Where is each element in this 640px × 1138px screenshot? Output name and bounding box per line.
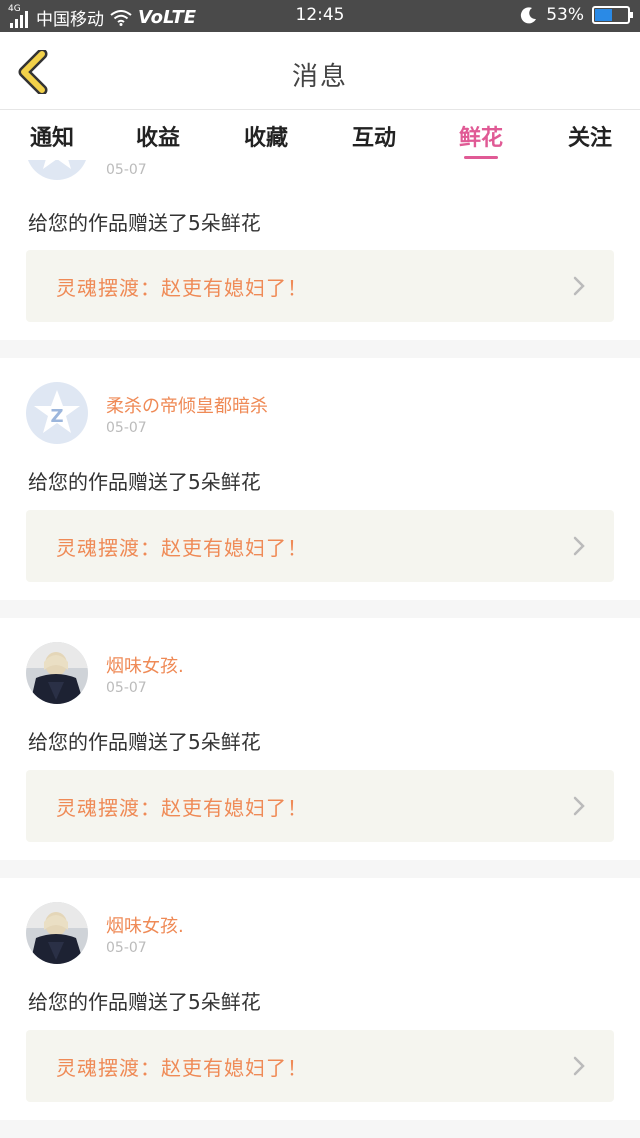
tab-favorites[interactable]: 收藏 — [226, 120, 306, 152]
battery-fill — [595, 9, 612, 21]
work-link[interactable]: 灵魂摆渡：赵吏有媳妇了！ — [26, 250, 614, 322]
active-tab-indicator — [464, 156, 498, 159]
chevron-right-icon — [573, 1056, 585, 1076]
feed-card: Z 柔杀の帝倾皇都暗杀 05-07 给您的作品赠送了5朵鲜花 灵魂摆渡：赵吏有媳… — [0, 358, 640, 600]
gift-message: 给您的作品赠送了5朵鲜花 — [28, 211, 261, 235]
message-date: 05-07 — [106, 162, 147, 178]
work-title: 灵魂摆渡：赵吏有媳妇了！ — [56, 796, 308, 820]
work-link[interactable]: 灵魂摆渡：赵吏有媳妇了！ — [26, 510, 614, 582]
nav-header: 消息 — [0, 32, 640, 110]
feed-card: 05-07 给您的作品赠送了5朵鲜花 灵魂摆渡：赵吏有媳妇了！ — [0, 160, 640, 340]
feed-card: 烟味女孩. 05-07 给您的作品赠送了5朵鲜花 灵魂摆渡：赵吏有媳妇了！ — [0, 878, 640, 1120]
message-date: 05-07 — [106, 940, 147, 956]
svg-text:Z: Z — [50, 406, 63, 427]
status-right: 53% — [520, 5, 633, 25]
tab-follows[interactable]: 关注 — [550, 120, 630, 152]
sender-name[interactable]: 烟味女孩. — [106, 912, 184, 938]
default-avatar-icon: Z — [34, 390, 80, 433]
user-avatar-photo — [26, 902, 88, 964]
chevron-right-icon — [573, 796, 585, 816]
tab-notifications[interactable]: 通知 — [12, 120, 92, 152]
default-avatar-icon — [43, 160, 71, 169]
battery-icon — [592, 6, 633, 24]
work-title: 灵魂摆渡：赵吏有媳妇了！ — [56, 1056, 308, 1080]
tab-flowers[interactable]: 鲜花 — [441, 120, 521, 152]
sender-name[interactable]: 柔杀の帝倾皇都暗杀 — [106, 392, 268, 418]
work-title: 灵魂摆渡：赵吏有媳妇了！ — [56, 276, 308, 300]
user-avatar[interactable] — [26, 902, 88, 964]
status-bar: 4G 中国移动 VoLTE 12:45 53% — [0, 0, 640, 32]
default-avatar[interactable]: Z — [26, 382, 88, 444]
tab-bar: 通知 收益 收藏 互动 鲜花 关注 — [0, 110, 640, 160]
work-link[interactable]: 灵魂摆渡：赵吏有媳妇了！ — [26, 770, 614, 842]
chevron-right-icon — [573, 276, 585, 296]
tab-earnings[interactable]: 收益 — [118, 120, 198, 152]
battery-percent: 53% — [546, 5, 584, 25]
message-date: 05-07 — [106, 420, 147, 436]
message-date: 05-07 — [106, 680, 147, 696]
default-avatar[interactable] — [26, 160, 88, 180]
gift-message: 给您的作品赠送了5朵鲜花 — [28, 990, 261, 1014]
moon-icon — [521, 7, 537, 24]
gift-message: 给您的作品赠送了5朵鲜花 — [28, 730, 261, 754]
user-avatar-photo — [26, 642, 88, 704]
flower-feed[interactable]: 05-07 给您的作品赠送了5朵鲜花 灵魂摆渡：赵吏有媳妇了！ Z 柔杀の帝倾皇… — [0, 160, 640, 1138]
user-avatar[interactable] — [26, 642, 88, 704]
work-title: 灵魂摆渡：赵吏有媳妇了！ — [56, 536, 308, 560]
sender-name[interactable]: 烟味女孩. — [106, 652, 184, 678]
feed-card: 烟味女孩. 05-07 给您的作品赠送了5朵鲜花 灵魂摆渡：赵吏有媳妇了！ — [0, 618, 640, 860]
chevron-right-icon — [573, 536, 585, 556]
work-link[interactable]: 灵魂摆渡：赵吏有媳妇了！ — [26, 1030, 614, 1102]
page-title: 消息 — [291, 62, 348, 92]
tab-interactions[interactable]: 互动 — [334, 120, 414, 152]
gift-message: 给您的作品赠送了5朵鲜花 — [28, 470, 261, 494]
